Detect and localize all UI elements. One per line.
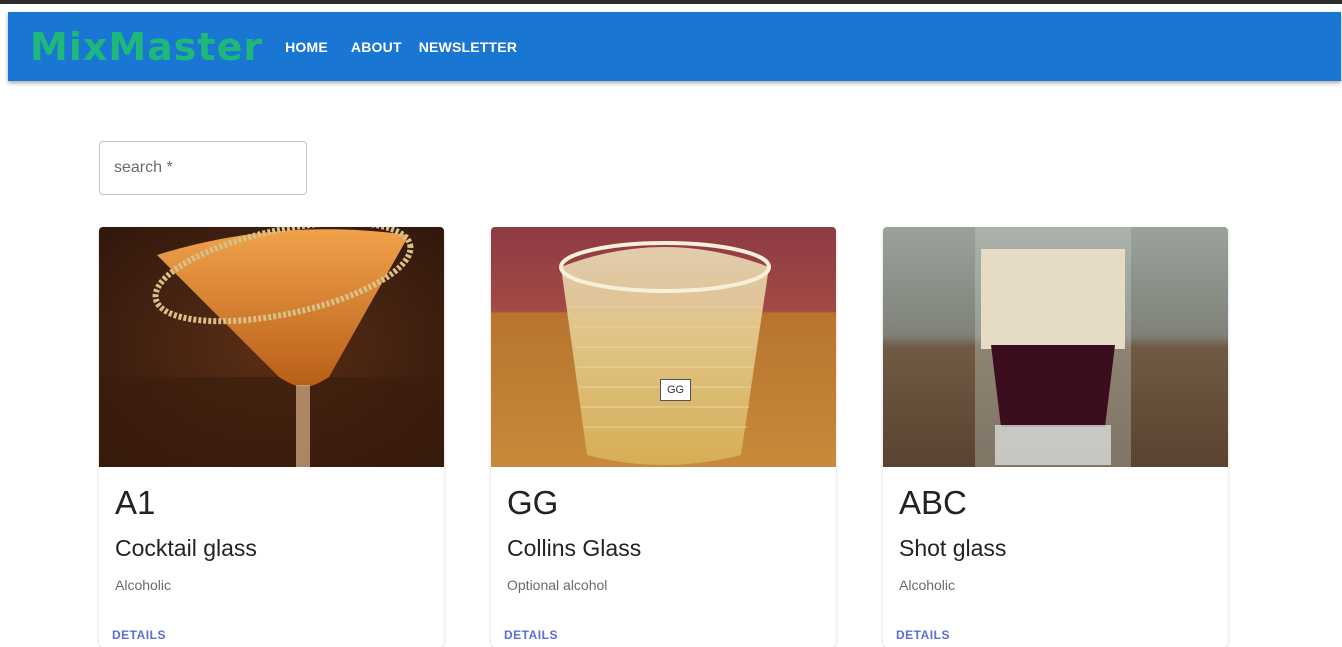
card-title: A1: [115, 484, 156, 521]
app-bar: MixMaster HOME ABOUT NEWSLETTER: [8, 12, 1341, 81]
window-top-border: [0, 0, 1342, 4]
cocktail-card: GG GG Collins Glass Optional alcohol DET…: [491, 227, 836, 647]
details-button[interactable]: DETAILS: [504, 628, 558, 642]
brand-logo[interactable]: MixMaster: [30, 28, 263, 66]
nav-newsletter-link[interactable]: NEWSLETTER: [419, 39, 517, 55]
card-title: ABC: [899, 484, 967, 521]
main-nav: HOME ABOUT NEWSLETTER: [285, 39, 534, 55]
cocktail-image[interactable]: GG: [491, 227, 836, 467]
card-glass: Shot glass: [899, 535, 1007, 562]
card-glass: Collins Glass: [507, 535, 642, 562]
card-alcohol-type: Alcoholic: [115, 577, 172, 594]
details-button[interactable]: DETAILS: [112, 628, 166, 642]
card-glass: Cocktail glass: [115, 535, 257, 562]
cocktail-image[interactable]: [99, 227, 444, 467]
card-alcohol-type: Optional alcohol: [507, 577, 608, 594]
card-title: GG: [507, 484, 559, 521]
image-tooltip: GG: [660, 379, 692, 401]
cocktail-image[interactable]: [883, 227, 1228, 467]
details-button[interactable]: DETAILS: [896, 628, 950, 642]
search-field: [99, 141, 307, 195]
cocktail-card: A1 Cocktail glass Alcoholic DETAILS: [99, 227, 444, 647]
cocktail-card: ABC Shot glass Alcoholic DETAILS: [883, 227, 1228, 647]
search-input[interactable]: [100, 142, 306, 194]
nav-home-link[interactable]: HOME: [285, 39, 328, 55]
card-alcohol-type: Alcoholic: [899, 577, 956, 594]
nav-about-link[interactable]: ABOUT: [351, 39, 402, 55]
